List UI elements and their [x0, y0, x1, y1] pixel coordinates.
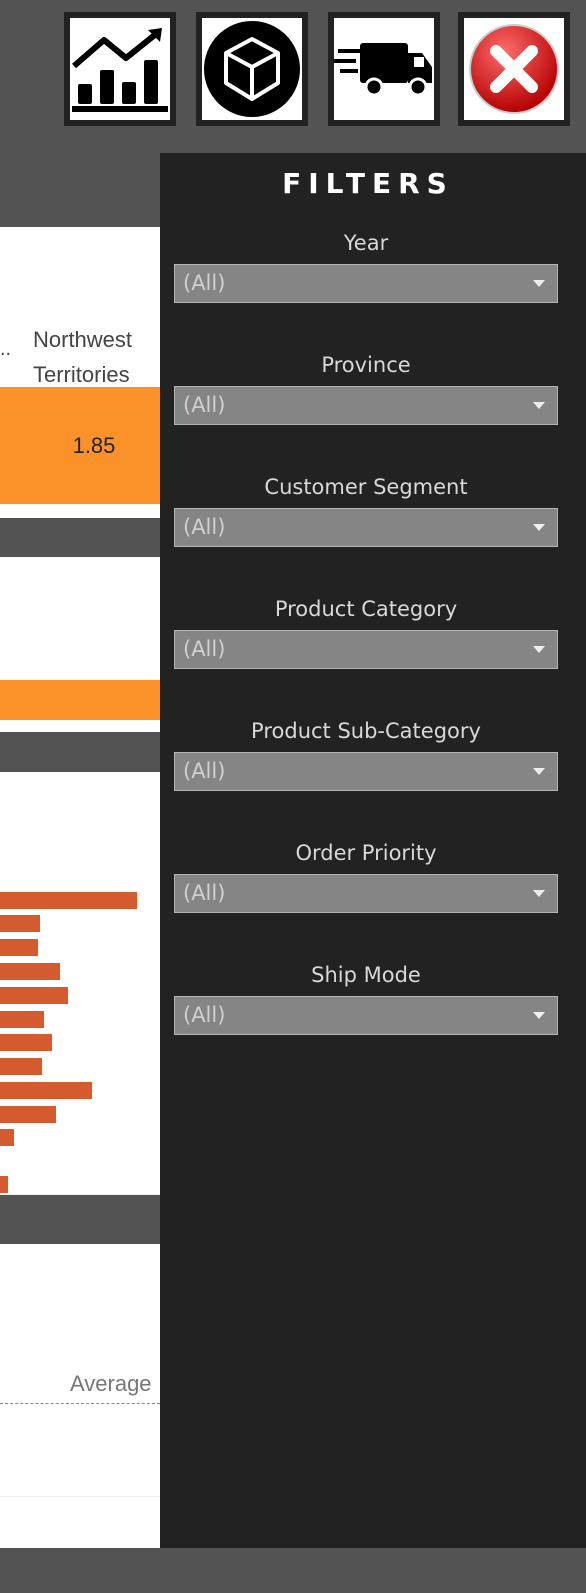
dropdown-arrow-icon — [533, 402, 545, 409]
filter-label-province: Province — [321, 353, 411, 377]
filter-label-order-priority: Order Priority — [295, 841, 437, 865]
filter-select-province[interactable]: (All) — [174, 386, 558, 425]
average-label: Average — [70, 1371, 152, 1396]
close-icon — [469, 24, 559, 114]
bar[interactable] — [0, 987, 68, 1004]
dropdown-arrow-icon — [533, 280, 545, 287]
product-box-icon — [204, 21, 300, 117]
orange-strip[interactable] — [0, 680, 160, 720]
bar[interactable] — [0, 1129, 14, 1146]
bar[interactable] — [0, 1034, 52, 1051]
filter-value: (All) — [183, 393, 226, 417]
average-line — [0, 1403, 160, 1404]
dropdown-arrow-icon — [533, 768, 545, 775]
bar[interactable] — [0, 939, 38, 956]
divider — [0, 1194, 160, 1195]
shipping-truck-icon — [334, 43, 432, 97]
spacer — [0, 504, 160, 518]
filters-panel: FILTERS Year (All) Province (All) Custom… — [160, 153, 586, 1548]
spacer — [0, 720, 160, 732]
filter-value: (All) — [183, 1003, 226, 1027]
filter-select-customer-segment[interactable]: (All) — [174, 508, 558, 547]
filter-select-product-sub-category[interactable]: (All) — [174, 752, 558, 791]
filter-value: (All) — [183, 515, 226, 539]
bar[interactable] — [0, 963, 60, 980]
sales-chart-icon — [72, 28, 168, 112]
sales-chart-button[interactable] — [64, 12, 176, 126]
filter-value: (All) — [183, 271, 226, 295]
bar[interactable] — [0, 1106, 56, 1123]
region-label: Northwest Territories — [33, 327, 133, 387]
filter-label-ship-mode: Ship Mode — [311, 963, 421, 987]
bar[interactable] — [0, 1011, 44, 1028]
close-button[interactable] — [458, 12, 570, 126]
bar[interactable] — [0, 1058, 42, 1075]
filter-select-product-category[interactable]: (All) — [174, 630, 558, 669]
filter-label-customer-segment: Customer Segment — [264, 475, 468, 499]
product-button[interactable] — [196, 12, 308, 126]
filter-select-ship-mode[interactable]: (All) — [174, 996, 558, 1035]
bar[interactable] — [0, 1176, 8, 1193]
truncated-label: .. — [0, 338, 12, 360]
filter-value: (All) — [183, 759, 226, 783]
bar[interactable] — [0, 892, 137, 909]
shipping-button[interactable] — [328, 12, 440, 126]
filter-value: (All) — [183, 881, 226, 905]
filter-select-order-priority[interactable]: (All) — [174, 874, 558, 913]
bar[interactable] — [0, 1082, 92, 1099]
filter-label-product-category: Product Category — [274, 597, 458, 621]
bar[interactable] — [0, 915, 40, 932]
filter-select-year[interactable]: (All) — [174, 264, 558, 303]
bar-chart-area — [0, 772, 160, 1194]
dropdown-arrow-icon — [533, 1012, 545, 1019]
filter-label-product-sub-category: Product Sub-Category — [251, 719, 481, 743]
dropdown-arrow-icon — [533, 524, 545, 531]
dropdown-arrow-icon — [533, 890, 545, 897]
divider — [0, 1496, 160, 1497]
dropdown-arrow-icon — [533, 646, 545, 653]
filters-title: FILTERS — [282, 167, 454, 200]
section-area — [0, 557, 160, 680]
filter-label-year: Year — [343, 231, 389, 255]
filter-value: (All) — [183, 637, 226, 661]
